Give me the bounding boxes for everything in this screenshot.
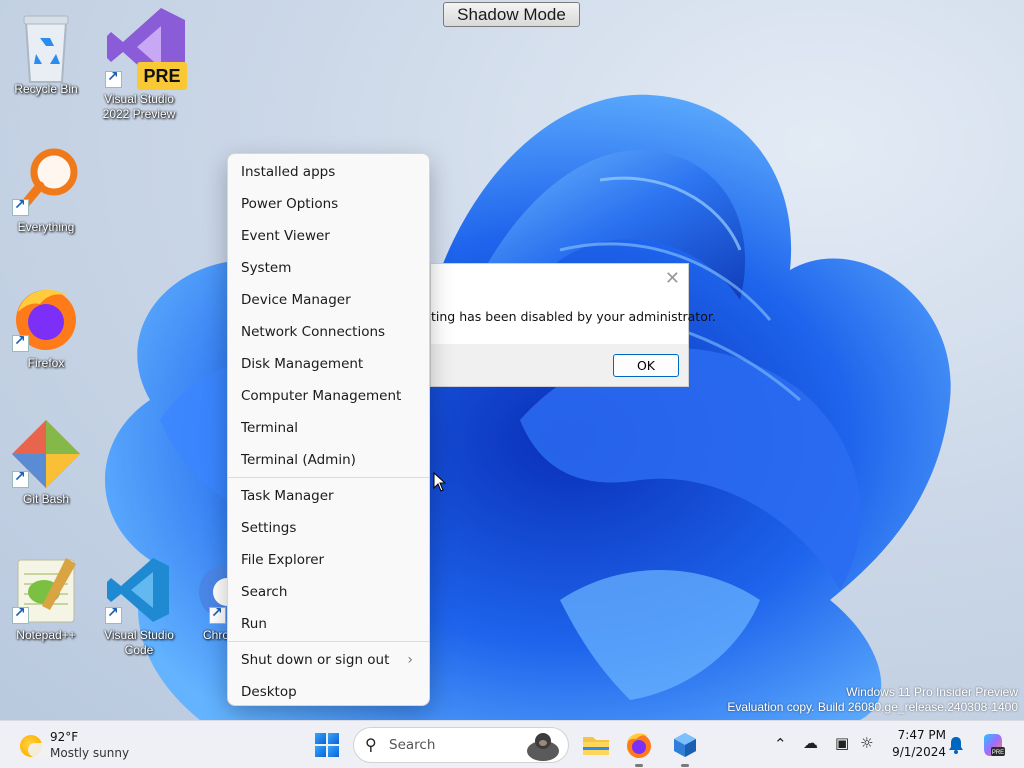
desktop-icon-label: Everything bbox=[17, 220, 75, 234]
desktop-icon-recycle-bin[interactable]: Recycle Bin bbox=[1, 8, 91, 97]
menu-item-terminal[interactable]: Terminal bbox=[228, 412, 429, 444]
notification-bell-icon[interactable] bbox=[948, 736, 964, 754]
visual-studio-preview-icon: PRE bbox=[103, 4, 187, 90]
search-placeholder: Search bbox=[389, 737, 436, 753]
running-indicator bbox=[681, 764, 689, 767]
menu-item-network-connections[interactable]: Network Connections bbox=[228, 316, 429, 348]
taskbar-app-cube[interactable] bbox=[669, 729, 701, 767]
desktop-icon-chrome[interactable]: Chro bbox=[187, 554, 227, 643]
ok-button[interactable]: OK bbox=[613, 354, 679, 377]
folder-icon bbox=[583, 737, 609, 755]
network-icon[interactable]: ☼ bbox=[860, 734, 873, 752]
copilot-icon[interactable]: PRE bbox=[980, 732, 1006, 758]
search-highlight-gorilla-icon bbox=[527, 733, 559, 761]
desktop-icon-label: Visual Studio 2022 Preview bbox=[102, 92, 176, 121]
menu-item-computer-management[interactable]: Computer Management bbox=[228, 380, 429, 412]
menu-item-label: Shut down or sign out bbox=[241, 652, 390, 668]
watermark-line2: Evaluation copy. Build 26080.ge_release.… bbox=[727, 700, 1018, 714]
firefox-icon bbox=[10, 282, 82, 354]
taskbar-file-explorer[interactable] bbox=[580, 729, 612, 761]
desktop-icon-label: Chro bbox=[203, 628, 227, 642]
winx-context-menu: Installed apps Power Options Event Viewe… bbox=[227, 153, 430, 706]
recycle-bin-icon bbox=[10, 8, 82, 83]
desktop-icon-firefox[interactable]: Firefox bbox=[1, 282, 91, 371]
shortcut-arrow-icon bbox=[12, 469, 29, 488]
mouse-cursor-icon bbox=[433, 472, 447, 492]
menu-item-device-manager[interactable]: Device Manager bbox=[228, 284, 429, 316]
notepad-plus-plus-icon bbox=[10, 554, 82, 626]
cloud-offline-icon[interactable]: ☁ bbox=[803, 734, 818, 752]
shortcut-arrow-icon bbox=[12, 197, 29, 216]
menu-item-event-viewer[interactable]: Event Viewer bbox=[228, 220, 429, 252]
shadow-mode-button[interactable]: Shadow Mode bbox=[443, 2, 580, 27]
shortcut-arrow-icon bbox=[209, 605, 226, 624]
shortcut-arrow-icon bbox=[12, 605, 29, 624]
chrome-icon bbox=[187, 554, 227, 626]
dialog-footer: OK bbox=[431, 344, 688, 386]
menu-item-disk-management[interactable]: Disk Management bbox=[228, 348, 429, 380]
menu-separator bbox=[228, 641, 429, 642]
weather-temperature: 92°F bbox=[50, 730, 79, 744]
running-indicator bbox=[635, 764, 643, 767]
desktop-icon-everything[interactable]: Everything bbox=[1, 146, 91, 235]
desktop-icon-vscode[interactable]: Visual Studio Code bbox=[94, 554, 184, 658]
desktop-icon-label: Visual Studio Code bbox=[104, 628, 174, 657]
search-icon: ⚲ bbox=[365, 735, 377, 754]
firefox-icon bbox=[627, 733, 651, 758]
menu-item-desktop[interactable]: Desktop bbox=[228, 676, 429, 708]
menu-item-settings[interactable]: Settings bbox=[228, 512, 429, 544]
windows-logo-icon bbox=[315, 733, 326, 744]
taskbar-search-box[interactable]: ⚲ Search bbox=[353, 727, 569, 763]
menu-separator bbox=[228, 477, 429, 478]
start-button[interactable] bbox=[315, 733, 339, 757]
shortcut-arrow-icon bbox=[105, 605, 122, 624]
menu-item-installed-apps[interactable]: Installed apps bbox=[228, 156, 429, 188]
desktop-icon-visual-studio-preview[interactable]: PRE Visual Studio 2022 Preview bbox=[94, 4, 187, 122]
shortcut-arrow-icon bbox=[12, 333, 29, 352]
clock-time: 7:47 PM bbox=[897, 728, 946, 742]
chevron-up-icon[interactable]: ⌃ bbox=[774, 735, 787, 753]
desktop-icon-notepad-plus-plus[interactable]: Notepad++ bbox=[1, 554, 91, 643]
desktop-icon-git-bash[interactable]: Git Bash bbox=[1, 418, 91, 507]
menu-item-search[interactable]: Search bbox=[228, 576, 429, 608]
everything-magnifier-icon bbox=[10, 146, 82, 218]
menu-item-file-explorer[interactable]: File Explorer bbox=[228, 544, 429, 576]
weather-widget[interactable]: 92°F Mostly sunny bbox=[18, 727, 138, 763]
system-clock[interactable]: 7:47 PM 9/1/2024 bbox=[880, 727, 946, 761]
watermark-line1: Windows 11 Pro Insider Preview bbox=[846, 685, 1018, 699]
chevron-right-icon: › bbox=[407, 652, 413, 668]
admin-disabled-dialog: ✕ ting has been disabled by your adminis… bbox=[430, 263, 716, 387]
desktop-icon-label: Notepad++ bbox=[16, 628, 76, 642]
taskbar-firefox[interactable] bbox=[623, 729, 655, 767]
menu-item-run[interactable]: Run bbox=[228, 608, 429, 640]
svg-text:PRE: PRE bbox=[992, 750, 1004, 756]
menu-item-terminal-admin[interactable]: Terminal (Admin) bbox=[228, 444, 429, 476]
taskbar: 92°F Mostly sunny ⚲ Search ⌃ ☁ ▣ ☼ 7:47 … bbox=[0, 720, 1024, 768]
vscode-icon bbox=[103, 554, 175, 626]
shortcut-arrow-icon bbox=[105, 69, 122, 88]
menu-item-power-options[interactable]: Power Options bbox=[228, 188, 429, 220]
dialog-message: ting has been disabled by your administr… bbox=[431, 309, 716, 324]
display-icon[interactable]: ▣ bbox=[835, 734, 849, 752]
git-bash-icon bbox=[10, 418, 82, 490]
clock-date: 9/1/2024 bbox=[892, 745, 946, 759]
pre-badge: PRE bbox=[137, 62, 187, 90]
desktop-icon-label: Firefox bbox=[27, 356, 65, 370]
menu-item-shut-down-or-sign-out[interactable]: Shut down or sign out › bbox=[228, 644, 429, 676]
menu-item-task-manager[interactable]: Task Manager bbox=[228, 480, 429, 512]
menu-item-system[interactable]: System bbox=[228, 252, 429, 284]
app-cube-icon bbox=[674, 733, 696, 757]
desktop-icon-label: Git Bash bbox=[22, 492, 70, 506]
weather-description: Mostly sunny bbox=[50, 746, 130, 760]
close-icon[interactable]: ✕ bbox=[665, 268, 680, 289]
partly-sunny-icon bbox=[20, 735, 50, 757]
